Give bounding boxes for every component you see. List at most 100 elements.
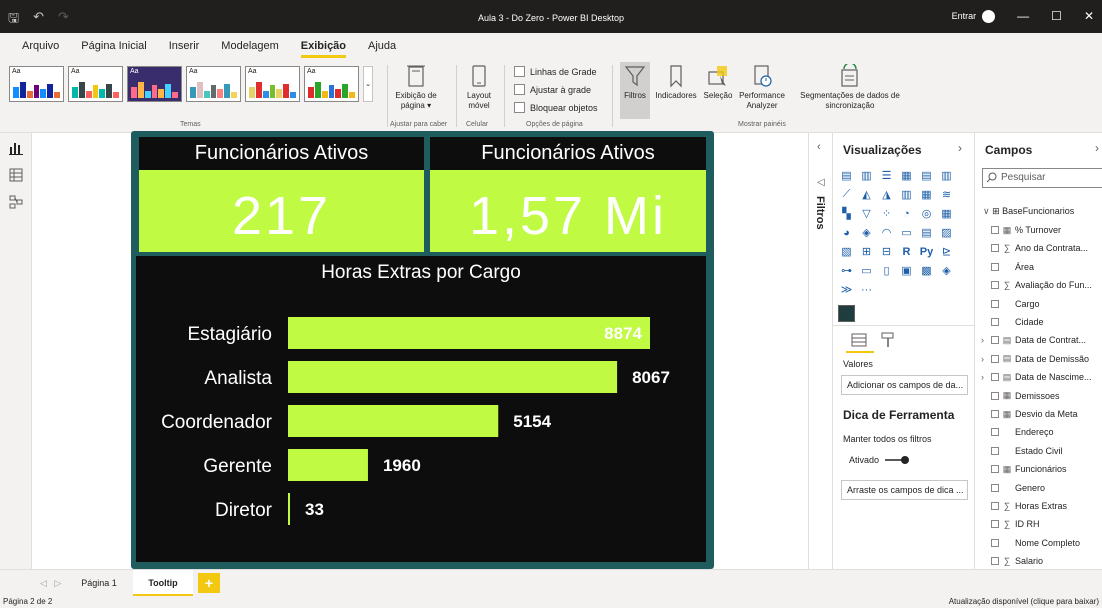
- python-visual-icon[interactable]: Py: [918, 243, 935, 260]
- scatter-icon[interactable]: ⁘: [878, 205, 895, 222]
- paginated-report-icon[interactable]: ▣: [898, 262, 915, 279]
- gridlines-checkbox[interactable]: Linhas de Grade: [514, 66, 597, 77]
- ribbon-chart-icon[interactable]: ≋: [938, 186, 955, 203]
- bar[interactable]: [288, 317, 650, 349]
- page-tab-pagina-1[interactable]: Página 1: [70, 570, 128, 597]
- card-icon[interactable]: ▭: [898, 224, 915, 241]
- matrix-icon[interactable]: ⊟: [878, 243, 895, 260]
- field-item[interactable]: › ▤ Data de Demissão: [981, 350, 1089, 368]
- field-item[interactable]: ▦ Funcionários: [991, 460, 1067, 478]
- stacked-area-icon[interactable]: ◮: [878, 186, 895, 203]
- checkbox-icon[interactable]: [991, 520, 999, 529]
- sync-slicers-button[interactable]: Segmentações de dados de sincronização: [792, 64, 908, 111]
- kpi-icon[interactable]: ▨: [938, 224, 955, 241]
- tooltip-drop-zone[interactable]: Arraste os campos de dica ...: [841, 480, 968, 500]
- expand-chevron-icon[interactable]: ›: [981, 354, 988, 364]
- model-view-icon[interactable]: [9, 195, 23, 209]
- expand-chevron-icon[interactable]: ›: [981, 372, 988, 382]
- treemap-icon[interactable]: ▦: [938, 205, 955, 222]
- theme-thumbnail[interactable]: Aa: [304, 66, 359, 102]
- 100-column-icon[interactable]: ▥: [938, 167, 955, 184]
- checkbox-icon[interactable]: [991, 262, 999, 271]
- checkbox-icon[interactable]: [991, 465, 999, 474]
- decomposition-tree-icon[interactable]: ⊶: [838, 262, 855, 279]
- r-visual-icon[interactable]: R: [898, 243, 915, 260]
- filled-map-icon[interactable]: ◈: [858, 224, 875, 241]
- checkbox-icon[interactable]: [991, 299, 999, 308]
- checkbox-icon[interactable]: [991, 354, 999, 363]
- pie-icon[interactable]: ◔: [898, 205, 915, 222]
- power-apps-icon[interactable]: ▩: [918, 262, 935, 279]
- clustered-bar-icon[interactable]: ☰: [878, 167, 895, 184]
- add-page-button[interactable]: +: [198, 573, 220, 593]
- field-item[interactable]: Endereço: [991, 423, 1054, 441]
- kpi-card[interactable]: Funcionários Ativos 217: [139, 137, 424, 252]
- map-icon[interactable]: ◕: [838, 224, 855, 241]
- field-item[interactable]: Área: [991, 258, 1034, 276]
- checkbox-icon[interactable]: [991, 226, 999, 234]
- key-influencers-icon[interactable]: ⊵: [938, 243, 955, 260]
- theme-thumbnail[interactable]: Aa: [245, 66, 300, 102]
- tab-inserir[interactable]: Inserir: [169, 33, 200, 60]
- report-view-icon[interactable]: [9, 141, 23, 155]
- theme-thumbnail[interactable]: Aa: [9, 66, 64, 102]
- update-available-link[interactable]: Atualização disponível (clique para baix…: [949, 597, 1099, 606]
- tab-arquivo[interactable]: Arquivo: [22, 33, 59, 60]
- checkbox-icon[interactable]: [991, 502, 999, 510]
- checkbox-icon[interactable]: [991, 391, 999, 400]
- checkbox-icon[interactable]: [991, 410, 999, 418]
- signin-button[interactable]: Entrar: [952, 9, 996, 23]
- field-item[interactable]: Genero: [991, 479, 1045, 497]
- tab-modelagem[interactable]: Modelagem: [221, 33, 278, 60]
- theme-thumbnail[interactable]: Aa: [186, 66, 241, 102]
- page-tab-tooltip[interactable]: Tooltip: [133, 570, 193, 597]
- power-automate-icon[interactable]: ◈: [938, 262, 955, 279]
- checkbox-icon[interactable]: [991, 318, 999, 326]
- bar[interactable]: [288, 449, 368, 481]
- donut-icon[interactable]: ◎: [918, 205, 935, 222]
- checkbox-icon[interactable]: [991, 336, 999, 345]
- multirow-card-icon[interactable]: ▤: [918, 224, 935, 241]
- fields-tab-icon[interactable]: [850, 331, 868, 349]
- lock-objects-checkbox[interactable]: Bloquear objetos: [514, 102, 598, 113]
- chevron-right-icon[interactable]: ›: [1095, 141, 1099, 155]
- checkbox-icon[interactable]: [991, 483, 999, 492]
- field-item[interactable]: › ▤ Data de Contrat...: [981, 331, 1086, 349]
- more-visuals-icon[interactable]: ···: [858, 281, 875, 298]
- bar[interactable]: [288, 493, 290, 525]
- bar[interactable]: [288, 405, 499, 437]
- tab-pagina-inicial[interactable]: Página Inicial: [81, 33, 146, 60]
- themes-more-button[interactable]: ⌄: [363, 66, 373, 102]
- performance-analyzer-button[interactable]: Performance Analyzer: [736, 64, 788, 111]
- checkbox-icon[interactable]: [991, 373, 999, 382]
- field-item[interactable]: ∑ Horas Extras: [991, 497, 1067, 515]
- theme-thumbnail[interactable]: Aa: [127, 66, 182, 102]
- line-column-icon[interactable]: ▥: [898, 186, 915, 203]
- checkbox-icon[interactable]: [991, 446, 999, 455]
- field-item[interactable]: Nome Completo: [991, 534, 1080, 552]
- field-item[interactable]: Cargo: [991, 295, 1040, 313]
- kpi-card[interactable]: Funcionários Ativos 1,57 Mi: [430, 137, 706, 252]
- tab-ajuda[interactable]: Ajuda: [368, 33, 396, 60]
- filters-pane-label[interactable]: Filtros: [814, 196, 826, 230]
- table-icon[interactable]: ⊞: [858, 243, 875, 260]
- waterfall-icon[interactable]: ▚: [838, 205, 855, 222]
- field-item[interactable]: › ▤ Data de Nascime...: [981, 368, 1092, 386]
- selection-button[interactable]: Seleção: [702, 64, 734, 101]
- field-item[interactable]: ▦ Desvio da Meta: [991, 405, 1078, 423]
- field-item[interactable]: ▦ Demissoes: [991, 387, 1060, 405]
- arcgis-icon[interactable]: ≫: [838, 281, 855, 298]
- field-item[interactable]: ∑ Avaliação do Fun...: [991, 276, 1092, 294]
- clustered-column-icon[interactable]: ▦: [898, 167, 915, 184]
- smart-narrative-icon[interactable]: ▯: [878, 262, 895, 279]
- custom-visual-icon[interactable]: [838, 305, 855, 322]
- data-view-icon[interactable]: [9, 168, 23, 182]
- gauge-icon[interactable]: ◠: [878, 224, 895, 241]
- page-nav-arrows[interactable]: ◁ ▷: [40, 578, 61, 589]
- bookmarks-button[interactable]: Indicadores: [652, 64, 700, 101]
- bar[interactable]: [288, 361, 618, 393]
- stacked-column-icon[interactable]: ▥: [858, 167, 875, 184]
- field-item[interactable]: Cidade: [991, 313, 1044, 331]
- filter-arrow-icon[interactable]: ◁: [817, 177, 825, 188]
- field-item[interactable]: ∑ Ano da Contrata...: [991, 239, 1088, 257]
